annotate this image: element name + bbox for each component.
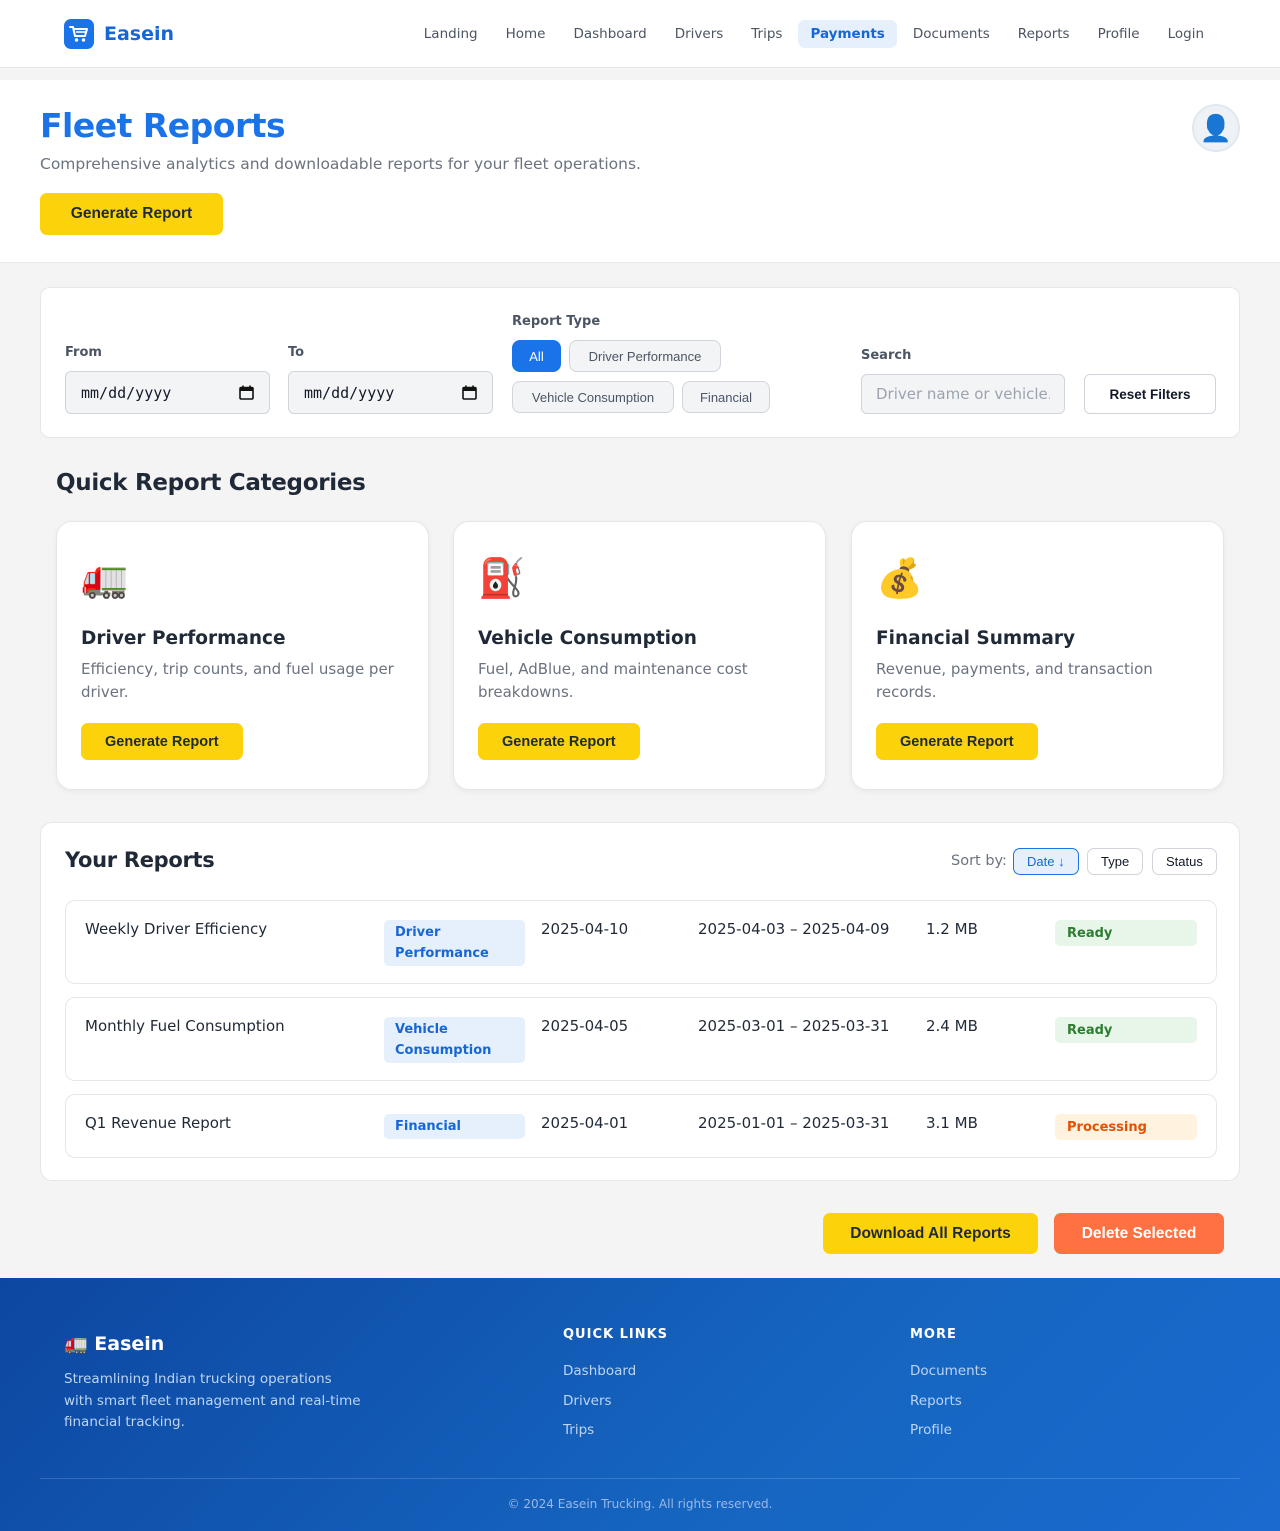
type-chip-driver-performance[interactable]: Driver Performance [569,340,721,372]
report-type-badge: Driver Performance [384,920,525,966]
from-date-input[interactable]: mm/dd/yyyy [65,371,270,414]
filters-panel: From mm/dd/yyyy To mm/dd/yyyy Report Typ… [40,287,1240,438]
from-date-value: mm/dd/yyyy [81,383,172,402]
report-range: 2025-01-01 – 2025-03-31 [698,1114,890,1132]
footer-link-dashboard[interactable]: Dashboard [563,1363,636,1379]
sort-by-type-button[interactable]: Type [1087,848,1144,875]
report-type-badge: Vehicle Consumption [384,1017,525,1063]
status-badge: Ready [1055,920,1197,946]
to-date-value: mm/dd/yyyy [304,383,395,402]
reports-panel: Your Reports Sort by: Date ↓ Type Status… [40,822,1240,1181]
search-label: Search [861,348,912,363]
category-card-driver-performance: 🚛 Driver Performance Efficiency, trip co… [56,521,429,790]
top-navbar: Easein Landing Home Dashboard Drivers Tr… [0,0,1280,68]
report-date: 2025-04-01 [541,1114,629,1132]
report-name: Q1 Revenue Report [85,1114,231,1132]
footer-description: Streamlining Indian trucking operations … [64,1371,361,1430]
avatar[interactable]: 👤 [1192,104,1240,152]
reports-title: Your Reports [65,848,215,872]
quick-links-heading: QUICK LINKS [563,1327,669,1342]
to-date-input[interactable]: mm/dd/yyyy [288,371,493,414]
cart-icon [64,18,94,49]
search-input[interactable] [861,374,1065,414]
calendar-icon[interactable] [239,385,254,400]
page-title: Fleet Reports [40,106,286,145]
report-range: 2025-03-01 – 2025-03-31 [698,1017,890,1035]
card-description: Efficiency, trip counts, and fuel usage … [81,660,394,701]
report-size: 2.4 MB [926,1017,978,1035]
report-row[interactable]: Q1 Revenue Report Financial 2025-04-01 2… [65,1094,1217,1158]
calendar-icon[interactable] [462,385,477,400]
report-row[interactable]: Weekly Driver Efficiency Driver Performa… [65,900,1217,984]
report-date: 2025-04-10 [541,920,629,938]
nav-link-trips[interactable]: Trips [739,20,794,48]
generate-financial-report-button[interactable]: Generate Report [876,723,1038,760]
status-badge: Ready [1055,1017,1197,1043]
to-label: To [288,345,305,360]
copyright: © 2024 Easein Trucking. All rights reser… [507,1497,773,1511]
sort-label: Sort by: [951,853,1007,869]
generate-driver-report-button[interactable]: Generate Report [81,723,243,760]
footer: 🚛 Easein Streamlining Indian trucking op… [0,1278,1280,1531]
category-card-financial-summary: 💰 Financial Summary Revenue, payments, a… [851,521,1224,790]
footer-link-profile[interactable]: Profile [910,1422,952,1438]
page-subtitle: Comprehensive analytics and downloadable… [40,155,641,173]
nav-link-drivers[interactable]: Drivers [663,20,736,48]
more-heading: MORE [910,1327,957,1342]
footer-link-trips[interactable]: Trips [563,1422,594,1438]
report-name: Weekly Driver Efficiency [85,920,268,938]
nav-link-dashboard[interactable]: Dashboard [561,20,658,48]
nav-link-documents[interactable]: Documents [901,20,1002,48]
card-title: Driver Performance [81,628,286,649]
brand[interactable]: Easein [64,18,175,49]
nav-links: Landing Home Dashboard Drivers Trips Pay… [412,19,1216,48]
reset-filters-button[interactable]: Reset Filters [1084,374,1216,414]
card-description: Fuel, AdBlue, and maintenance cost break… [478,660,748,701]
generate-vehicle-report-button[interactable]: Generate Report [478,723,640,760]
footer-link-reports[interactable]: Reports [910,1393,962,1409]
brand-name: Easein [104,22,175,45]
footer-divider [40,1478,1240,1479]
generate-report-button[interactable]: Generate Report [40,193,223,235]
truck-icon: 🚛 [81,558,129,600]
type-chip-financial[interactable]: Financial [682,381,770,413]
report-date: 2025-04-05 [541,1017,629,1035]
report-row[interactable]: Monthly Fuel Consumption Vehicle Consump… [65,997,1217,1081]
report-type-badge: Financial [384,1114,525,1139]
sort-by-status-button[interactable]: Status [1152,848,1217,875]
from-label: From [65,345,102,360]
nav-link-login[interactable]: Login [1156,20,1216,48]
delete-selected-button[interactable]: Delete Selected [1054,1213,1224,1254]
footer-link-drivers[interactable]: Drivers [563,1393,612,1409]
page-header: Fleet Reports Comprehensive analytics an… [0,80,1280,263]
type-chip-vehicle-consumption[interactable]: Vehicle Consumption [512,381,674,413]
type-chip-all[interactable]: All [512,340,561,372]
nav-link-profile[interactable]: Profile [1086,20,1152,48]
fuel-pump-icon: ⛽ [478,558,526,600]
footer-link-documents[interactable]: Documents [910,1363,987,1379]
report-size: 1.2 MB [926,920,978,938]
nav-link-home[interactable]: Home [494,20,558,48]
nav-link-landing[interactable]: Landing [412,20,490,48]
card-description: Revenue, payments, and transaction recor… [876,660,1153,701]
report-size: 3.1 MB [926,1114,978,1132]
money-bag-icon: 💰 [876,558,924,600]
download-all-reports-button[interactable]: Download All Reports [823,1213,1038,1254]
status-badge: Processing [1055,1114,1197,1140]
quick-categories-title: Quick Report Categories [56,470,366,496]
sort-by-date-button[interactable]: Date ↓ [1013,848,1079,875]
footer-brand: 🚛 Easein [64,1333,165,1355]
category-card-vehicle-consumption: ⛽ Vehicle Consumption Fuel, AdBlue, and … [453,521,826,790]
report-name: Monthly Fuel Consumption [85,1017,285,1035]
report-type-label: Report Type [512,314,601,329]
report-range: 2025-04-03 – 2025-04-09 [698,920,890,938]
card-title: Vehicle Consumption [478,628,697,649]
card-title: Financial Summary [876,628,1076,649]
nav-link-reports[interactable]: Reports [1006,20,1082,48]
user-icon: 👤 [1199,113,1233,143]
nav-link-payments[interactable]: Payments [798,19,897,48]
